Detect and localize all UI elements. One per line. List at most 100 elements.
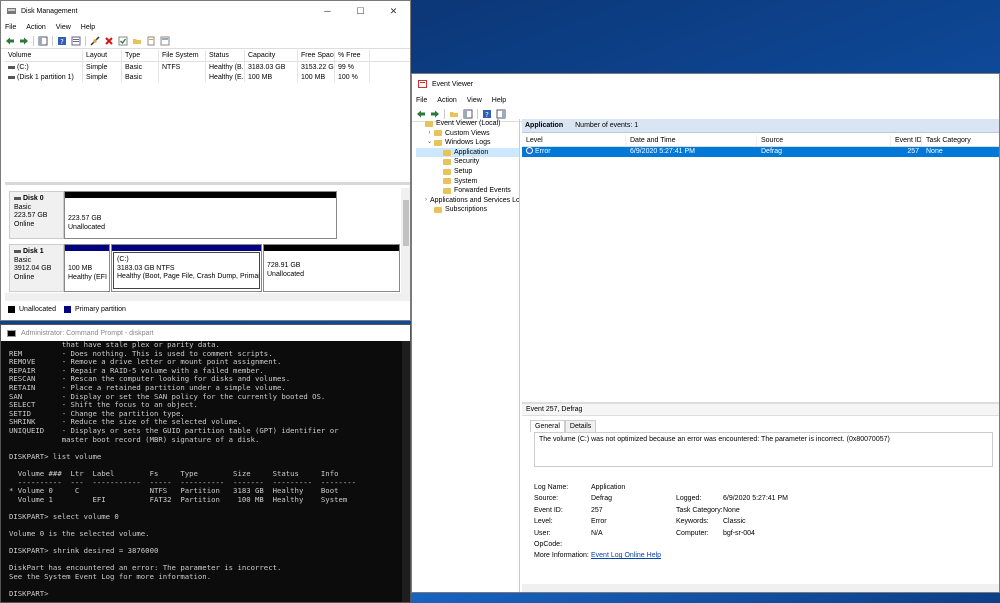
console-tree-icon[interactable]: [38, 36, 48, 46]
minimize-icon[interactable]: ─: [311, 6, 344, 17]
graphical-view-hscrollbar[interactable]: [5, 293, 410, 301]
column-layout[interactable]: Layout: [83, 50, 122, 61]
column-date-time[interactable]: Date and Time: [626, 135, 757, 146]
tab-details[interactable]: Details: [564, 420, 597, 432]
column-status[interactable]: Status: [206, 50, 245, 61]
tab-general[interactable]: General: [530, 420, 565, 432]
close-icon[interactable]: ✕: [377, 6, 410, 17]
command-prompt-titlebar[interactable]: Administrator: Command Prompt - diskpart: [1, 325, 410, 341]
command-prompt-window: Administrator: Command Prompt - diskpart…: [0, 324, 411, 603]
volume-free: 100 MB: [298, 72, 335, 82]
column-capacity[interactable]: Capacity: [245, 50, 298, 61]
column-free-space[interactable]: Free Space: [298, 50, 335, 61]
menu-bar: File Action View Help: [1, 21, 410, 34]
event-message[interactable]: The volume (C:) was not optimized becaus…: [534, 432, 993, 467]
delete-icon[interactable]: [104, 36, 114, 46]
unallocated-swatch: [8, 305, 15, 313]
connect-icon[interactable]: [90, 36, 100, 46]
column-task-category[interactable]: Task Category: [922, 135, 999, 146]
detail-scrollbar[interactable]: [522, 584, 999, 592]
column-percent-free[interactable]: % Free: [335, 50, 370, 61]
disk-1-unallocated-status: Unallocated: [267, 270, 304, 278]
event-log-online-help-link[interactable]: Event Log Online Help: [591, 550, 661, 561]
column-file-system[interactable]: File System: [159, 50, 206, 61]
column-source[interactable]: Source: [757, 135, 891, 146]
console-scrollbar[interactable]: [402, 341, 410, 602]
tree-item[interactable]: › Custom Views: [416, 129, 519, 139]
forward-arrow-icon[interactable]: [430, 109, 440, 119]
event-properties: Log Name: Application Source: Defrag Logged…: [534, 482, 994, 562]
menu-action[interactable]: Action: [26, 24, 45, 31]
scroll-thumb[interactable]: [403, 200, 409, 246]
console-line: See the System Event Log for more inform…: [9, 572, 212, 582]
console-output[interactable]: that have stale plex or parity data. REM …: [9, 340, 356, 599]
source-value: Defrag: [591, 495, 613, 503]
document-icon[interactable]: [146, 36, 156, 46]
svg-text:?: ?: [60, 38, 64, 46]
detail-tabs: General Details: [530, 420, 999, 432]
view-icon[interactable]: [160, 36, 170, 46]
prop-label: Keywords:: [676, 518, 709, 526]
expand-arrow-icon[interactable]: ›: [425, 129, 434, 139]
menu-file[interactable]: File: [416, 97, 427, 104]
help-icon[interactable]: ?: [57, 36, 67, 46]
tree-item[interactable]: Security: [416, 157, 519, 167]
check-icon[interactable]: [118, 36, 128, 46]
tree-item[interactable]: ⌄ Windows Logs: [416, 138, 519, 148]
event-detail-pane: Event 257, Defrag General Details The vo…: [522, 404, 999, 584]
c-partition-name: (C:): [117, 256, 129, 263]
disk-0-status: Online: [14, 220, 35, 228]
tree-item[interactable]: Event Viewer (Local): [416, 119, 519, 129]
properties-icon[interactable]: [71, 36, 81, 46]
console-tree-icon[interactable]: [463, 109, 473, 119]
tree-item-label: System: [454, 177, 478, 185]
tree-item[interactable]: Application: [416, 147, 519, 158]
folder-icon: [434, 130, 442, 137]
back-arrow-icon[interactable]: [416, 109, 426, 119]
expand-arrow-icon[interactable]: ⌄: [425, 138, 434, 148]
tree-item[interactable]: › Applications and Services Lo: [416, 196, 519, 206]
column-volume[interactable]: Volume: [5, 50, 83, 61]
disk-1-c-partition[interactable]: (C:) 3183.03 GB NTFS Healthy (Boot, Page…: [111, 244, 262, 292]
maximize-icon[interactable]: ☐: [344, 6, 377, 17]
column-event-id[interactable]: Event ID: [891, 135, 922, 146]
tree-item[interactable]: Setup: [416, 167, 519, 177]
menu-view[interactable]: View: [56, 24, 71, 31]
disk-0-partition-status: Unallocated: [68, 223, 105, 231]
tree-item[interactable]: System: [416, 177, 519, 187]
help-icon[interactable]: ?: [482, 109, 492, 119]
folder-icon[interactable]: [132, 36, 142, 46]
c-partition-status: Healthy (Boot, Page File, Crash Dump, Pr…: [117, 273, 259, 280]
column-level[interactable]: Level: [522, 135, 626, 146]
disk-0-unallocated-partition[interactable]: 223.57 GB Unallocated: [64, 191, 337, 239]
menu-action[interactable]: Action: [437, 97, 456, 104]
folder-icon[interactable]: [449, 109, 459, 119]
logged-value: 6/9/2020 5:27:41 PM: [723, 495, 788, 503]
menu-help[interactable]: Help: [492, 97, 506, 104]
forward-arrow-icon[interactable]: [19, 36, 29, 46]
menu-file[interactable]: File: [5, 24, 16, 31]
disk-1-efi-partition[interactable]: 100 MB Healthy (EFI S: [64, 244, 110, 292]
action-pane-icon[interactable]: [496, 109, 506, 119]
disk-1-unallocated-partition[interactable]: 728.91 GB Unallocated: [263, 244, 400, 292]
disk-0-size: 223.57 GB: [14, 212, 48, 219]
back-arrow-icon[interactable]: [5, 36, 15, 46]
log-header-count: Number of events: 1: [575, 122, 639, 129]
disk-1-label[interactable]: Disk 1 Basic 3912.04 GB Online: [9, 244, 64, 292]
volume-free: 3153.22 GB: [298, 62, 335, 72]
volume-row[interactable]: (Disk 1 partition 1) Simple Basic Health…: [5, 72, 410, 82]
tree-item[interactable]: Forwarded Events: [416, 186, 519, 196]
expand-arrow-icon[interactable]: ›: [425, 196, 427, 206]
disk-management-titlebar[interactable]: Disk Management ─ ☐ ✕: [1, 1, 410, 21]
menu-view[interactable]: View: [467, 97, 482, 104]
disk-1-status: Online: [14, 273, 35, 281]
event-level: Error: [535, 148, 551, 155]
event-viewer-titlebar[interactable]: Event Viewer: [412, 74, 999, 94]
graphical-view-scrollbar[interactable]: [401, 188, 410, 299]
disk-0-label[interactable]: Disk 0 Basic 223.57 GB Online: [9, 191, 64, 239]
volume-row[interactable]: (C:) Simple Basic NTFS Healthy (B... 318…: [5, 62, 410, 72]
event-row[interactable]: Error 6/9/2020 5:27:41 PM Defrag 257 Non…: [522, 147, 999, 157]
column-type[interactable]: Type: [122, 50, 159, 61]
tree-item[interactable]: Subscriptions: [416, 205, 519, 215]
menu-help[interactable]: Help: [81, 24, 95, 31]
